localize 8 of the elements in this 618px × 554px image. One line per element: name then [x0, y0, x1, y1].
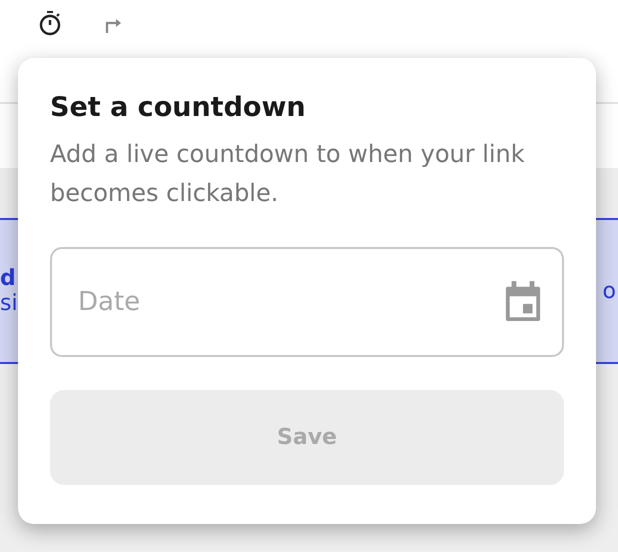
banner-title: d	[0, 266, 17, 291]
banner-text: si	[0, 291, 18, 316]
date-field[interactable]: Date	[50, 247, 564, 357]
popover-description: Add a live countdown to when your link becomes clickable.	[50, 139, 526, 209]
banner-text: o	[602, 278, 616, 304]
calendar-icon	[504, 281, 542, 323]
popover-title: Set a countdown	[50, 92, 307, 123]
stopwatch-icon[interactable]	[38, 10, 62, 36]
